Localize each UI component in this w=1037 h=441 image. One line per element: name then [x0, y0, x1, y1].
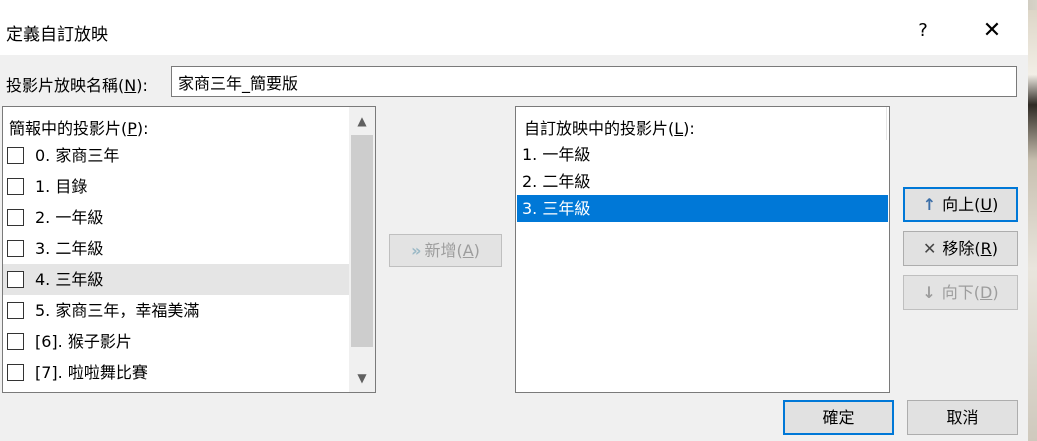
remove-button[interactable]: ✕ 移除(R) — [903, 231, 1018, 266]
slide-label: 3. 二年級 — [35, 239, 104, 258]
presentation-slides-header: 簡報中的投影片(P): — [9, 119, 149, 138]
list-item[interactable]: 0. 家商三年 — [3, 140, 349, 171]
presentation-slides-list[interactable]: 簡報中的投影片(P): 0. 家商三年 1. 目錄 2. 一年級 3. 二年級 … — [2, 106, 376, 393]
dialog-title: 定義自訂放映 — [6, 25, 108, 45]
arrow-up-icon: ↑ — [922, 195, 937, 214]
help-button[interactable]: ? — [905, 14, 941, 48]
slide-label: [6]. 猴子影片 — [35, 332, 132, 351]
header-divider — [886, 107, 887, 140]
slide-checkbox[interactable] — [7, 302, 24, 319]
slide-checkbox[interactable] — [7, 240, 24, 257]
show-name-input[interactable] — [171, 66, 1017, 97]
slide-checkbox[interactable] — [7, 271, 24, 288]
custom-show-slides-header: 自訂放映中的投影片(L): — [524, 119, 695, 138]
custom-show-slides-list[interactable]: 自訂放映中的投影片(L): 1. 一年級 2. 二年級 3. 三年級 — [515, 106, 890, 393]
list-item[interactable]: 5. 家商三年，幸福美滿 — [3, 295, 349, 326]
move-up-button[interactable]: ↑ 向上(U) — [903, 187, 1018, 222]
close-button[interactable]: ✕ — [974, 14, 1010, 48]
ok-button[interactable]: 確定 — [783, 400, 894, 435]
list-item[interactable]: 2. 二年級 — [517, 168, 888, 195]
slide-checkbox[interactable] — [7, 209, 24, 226]
list-item[interactable]: [7]. 啦啦舞比賽 — [3, 357, 349, 388]
slide-label: 4. 三年級 — [35, 270, 104, 289]
left-items-container: 0. 家商三年 1. 目錄 2. 一年級 3. 二年級 4. 三年級 5. 家商… — [3, 140, 349, 388]
list-item[interactable]: 1. 一年級 — [517, 141, 888, 168]
slide-checkbox[interactable] — [7, 178, 24, 195]
close-icon: ✕ — [922, 239, 937, 258]
slide-label: 2. 一年級 — [35, 208, 104, 227]
slide-label: 0. 家商三年 — [35, 146, 120, 165]
background-slide-edge — [1028, 10, 1037, 441]
list-item[interactable]: 1. 目錄 — [3, 171, 349, 202]
list-item-selected[interactable]: 3. 三年級 — [517, 195, 888, 222]
slide-label: 1. 目錄 — [35, 177, 88, 196]
add-button[interactable]: » 新增(A) — [389, 234, 502, 267]
move-down-button[interactable]: ↓ 向下(D) — [903, 275, 1018, 310]
arrow-down-icon: ↓ — [922, 283, 936, 302]
slide-checkbox[interactable] — [7, 333, 24, 350]
left-list-scrollbar[interactable]: ▲ ▼ — [349, 107, 375, 392]
list-item[interactable]: 2. 一年級 — [3, 202, 349, 233]
scroll-thumb[interactable] — [351, 135, 373, 347]
list-item[interactable]: 4. 三年級 — [3, 264, 349, 295]
chevron-down-icon[interactable]: ▼ — [349, 366, 375, 390]
slide-checkbox[interactable] — [7, 364, 24, 381]
slide-checkbox[interactable] — [7, 147, 24, 164]
custom-show-dialog: 定義自訂放映 ? ✕ 投影片放映名稱(N): 簡報中的投影片(P): 0. 家商… — [0, 0, 1028, 441]
slide-label: 5. 家商三年，幸福美滿 — [35, 301, 200, 320]
title-bar: 定義自訂放映 ? ✕ — [0, 0, 1028, 55]
chevron-up-icon[interactable]: ▲ — [349, 109, 375, 133]
list-item[interactable]: [6]. 猴子影片 — [3, 326, 349, 357]
right-items-container: 1. 一年級 2. 二年級 3. 三年級 — [517, 141, 888, 222]
close-icon: ✕ — [982, 18, 1002, 43]
list-item[interactable]: 3. 二年級 — [3, 233, 349, 264]
double-arrow-right-icon: » — [411, 241, 422, 260]
cancel-button[interactable]: 取消 — [907, 400, 1018, 435]
slide-label: [7]. 啦啦舞比賽 — [35, 363, 148, 382]
show-name-label: 投影片放映名稱(N): — [6, 76, 148, 95]
